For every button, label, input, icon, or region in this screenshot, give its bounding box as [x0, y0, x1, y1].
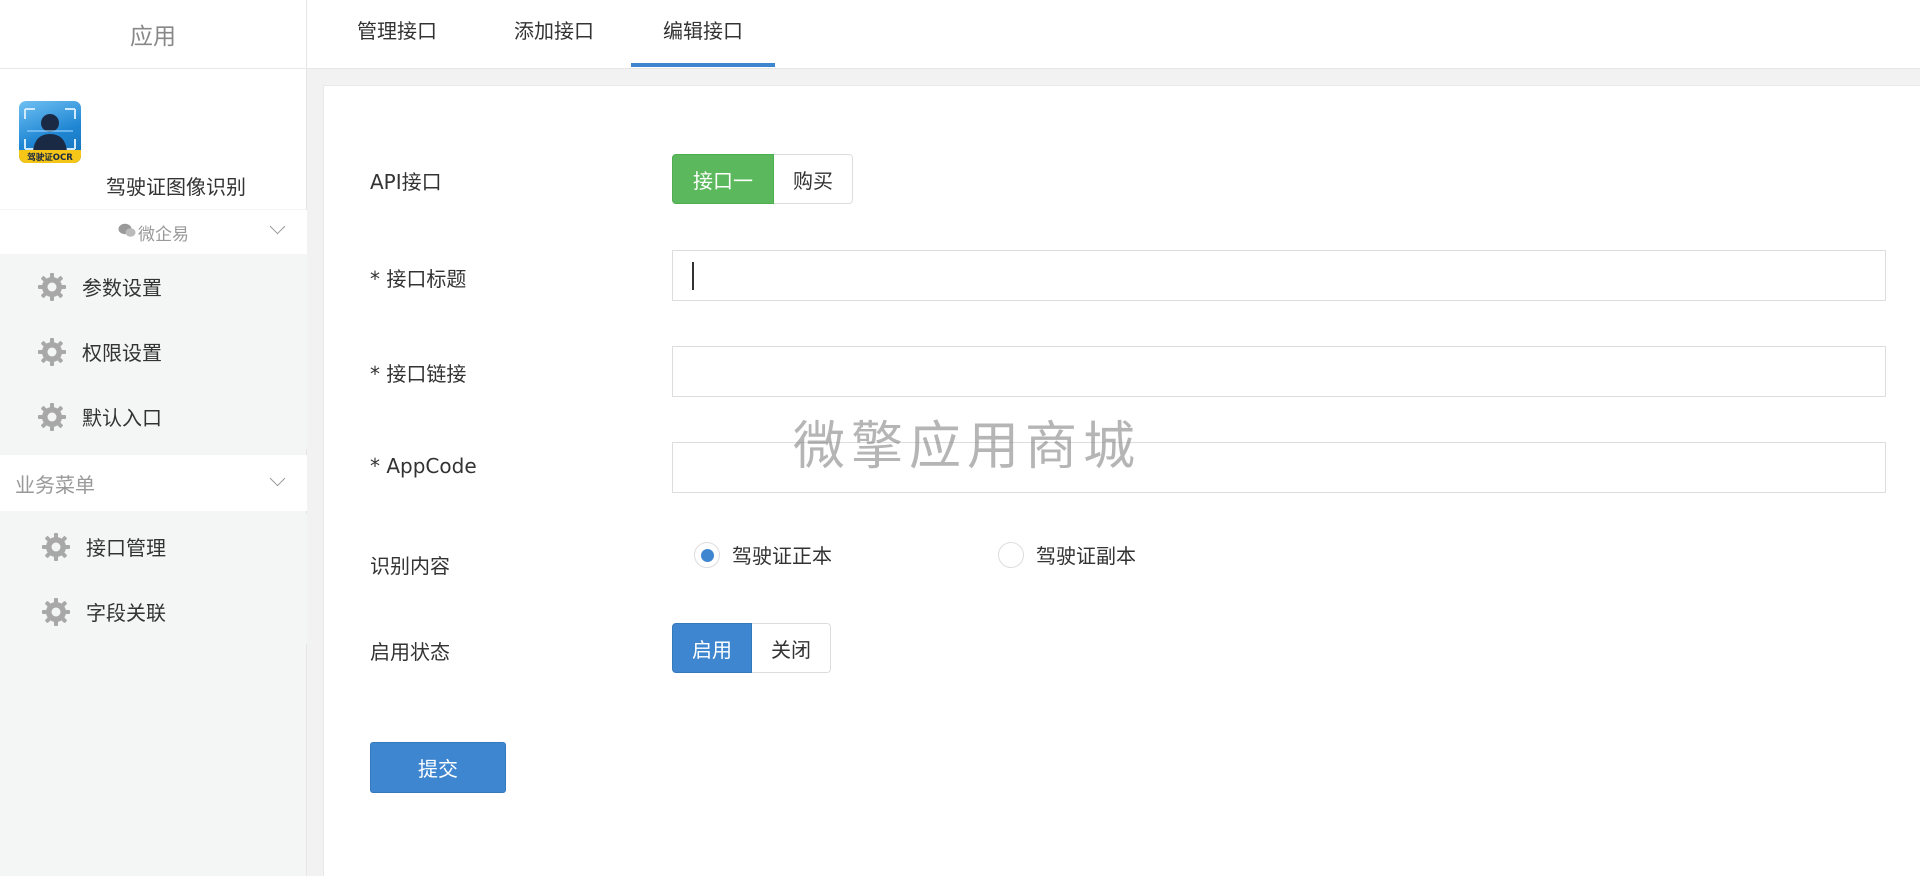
chevron-down-icon	[267, 472, 287, 492]
status-toggle: 启用 关闭	[672, 623, 831, 673]
radio-checked-icon	[694, 541, 720, 568]
sidebar-item-label: 权限设置	[82, 341, 162, 365]
wechat-icon	[118, 223, 136, 242]
sidebar-item-api-manage[interactable]: 接口管理	[0, 514, 307, 579]
chevron-down-icon	[267, 220, 287, 240]
appcode-input[interactable]	[672, 442, 1886, 493]
sidebar-title: 应用	[0, 0, 306, 69]
settings-menu: 参数设置 权限设置 默认入口	[0, 254, 307, 449]
text-caret	[692, 262, 694, 290]
wq-dropdown[interactable]: 微企易	[0, 210, 307, 254]
gear-icon	[42, 532, 70, 561]
driver-license-ocr-icon: 驾驶证OCR	[19, 108, 81, 163]
status-label: 启用状态	[370, 640, 450, 664]
sidebar-item-label: 默认入口	[82, 406, 162, 430]
sidebar-item-label: 参数设置	[82, 276, 162, 300]
sidebar-item-label: 接口管理	[86, 536, 166, 560]
app-logo-text: 驾驶证OCR	[27, 152, 73, 163]
sidebar-item-permissions[interactable]: 权限设置	[0, 319, 307, 384]
radio-license-back[interactable]: 驾驶证副本	[998, 540, 1136, 569]
sidebar-item-params[interactable]: 参数设置	[0, 254, 307, 319]
gear-icon	[38, 337, 66, 366]
link-label: * 接口链接	[370, 362, 467, 386]
buy-button[interactable]: 购买	[774, 154, 853, 204]
api-option-1-button[interactable]: 接口一	[672, 154, 774, 204]
gear-icon	[38, 272, 66, 301]
enable-button[interactable]: 启用	[672, 623, 752, 673]
wq-label: 微企易	[138, 224, 189, 245]
tab-add-api[interactable]: 添加接口	[510, 0, 598, 67]
disable-button[interactable]: 关闭	[752, 623, 831, 673]
radio-unchecked-icon	[998, 541, 1024, 568]
gear-icon	[38, 402, 66, 431]
app-logo: 驾驶证OCR	[19, 101, 81, 163]
api-label: API接口	[370, 170, 442, 194]
api-link-input[interactable]	[672, 346, 1886, 397]
sidebar-item-field-link[interactable]: 字段关联	[0, 579, 307, 644]
tab-edit-api[interactable]: 编辑接口	[631, 0, 775, 67]
app-name: 驾驶证图像识别	[106, 175, 246, 199]
recognize-label: 识别内容	[370, 554, 450, 578]
tab-manage-api[interactable]: 管理接口	[353, 0, 441, 67]
app-info: 驾驶证OCR 驾驶证图像识别	[0, 69, 306, 209]
appcode-label: * AppCode	[370, 454, 477, 478]
api-title-input[interactable]	[672, 250, 1886, 301]
sidebar-item-default-entry[interactable]: 默认入口	[0, 384, 307, 449]
business-menu-toggle[interactable]: 业务菜单	[0, 455, 307, 511]
title-label: * 接口标题	[370, 267, 467, 291]
radio-license-front[interactable]: 驾驶证正本	[694, 540, 832, 569]
sidebar: 应用 驾驶证OCR 驾驶证图像识别 微企易 参数设置 权限设置 默认入口 业务菜…	[0, 0, 307, 876]
radio-label: 驾驶证副本	[1036, 544, 1136, 568]
business-menu-label: 业务菜单	[15, 472, 95, 497]
business-menu: 接口管理 字段关联	[0, 514, 307, 644]
gear-icon	[42, 597, 70, 626]
tab-bar: 管理接口 添加接口 编辑接口	[307, 0, 1920, 69]
api-selector: 接口一 购买	[672, 154, 853, 204]
edit-api-form: API接口 接口一 购买 * 接口标题 * 接口链接 * AppCode 识别内…	[323, 85, 1920, 876]
sidebar-item-label: 字段关联	[86, 601, 166, 625]
submit-button[interactable]: 提交	[370, 742, 506, 793]
radio-label: 驾驶证正本	[732, 544, 832, 568]
